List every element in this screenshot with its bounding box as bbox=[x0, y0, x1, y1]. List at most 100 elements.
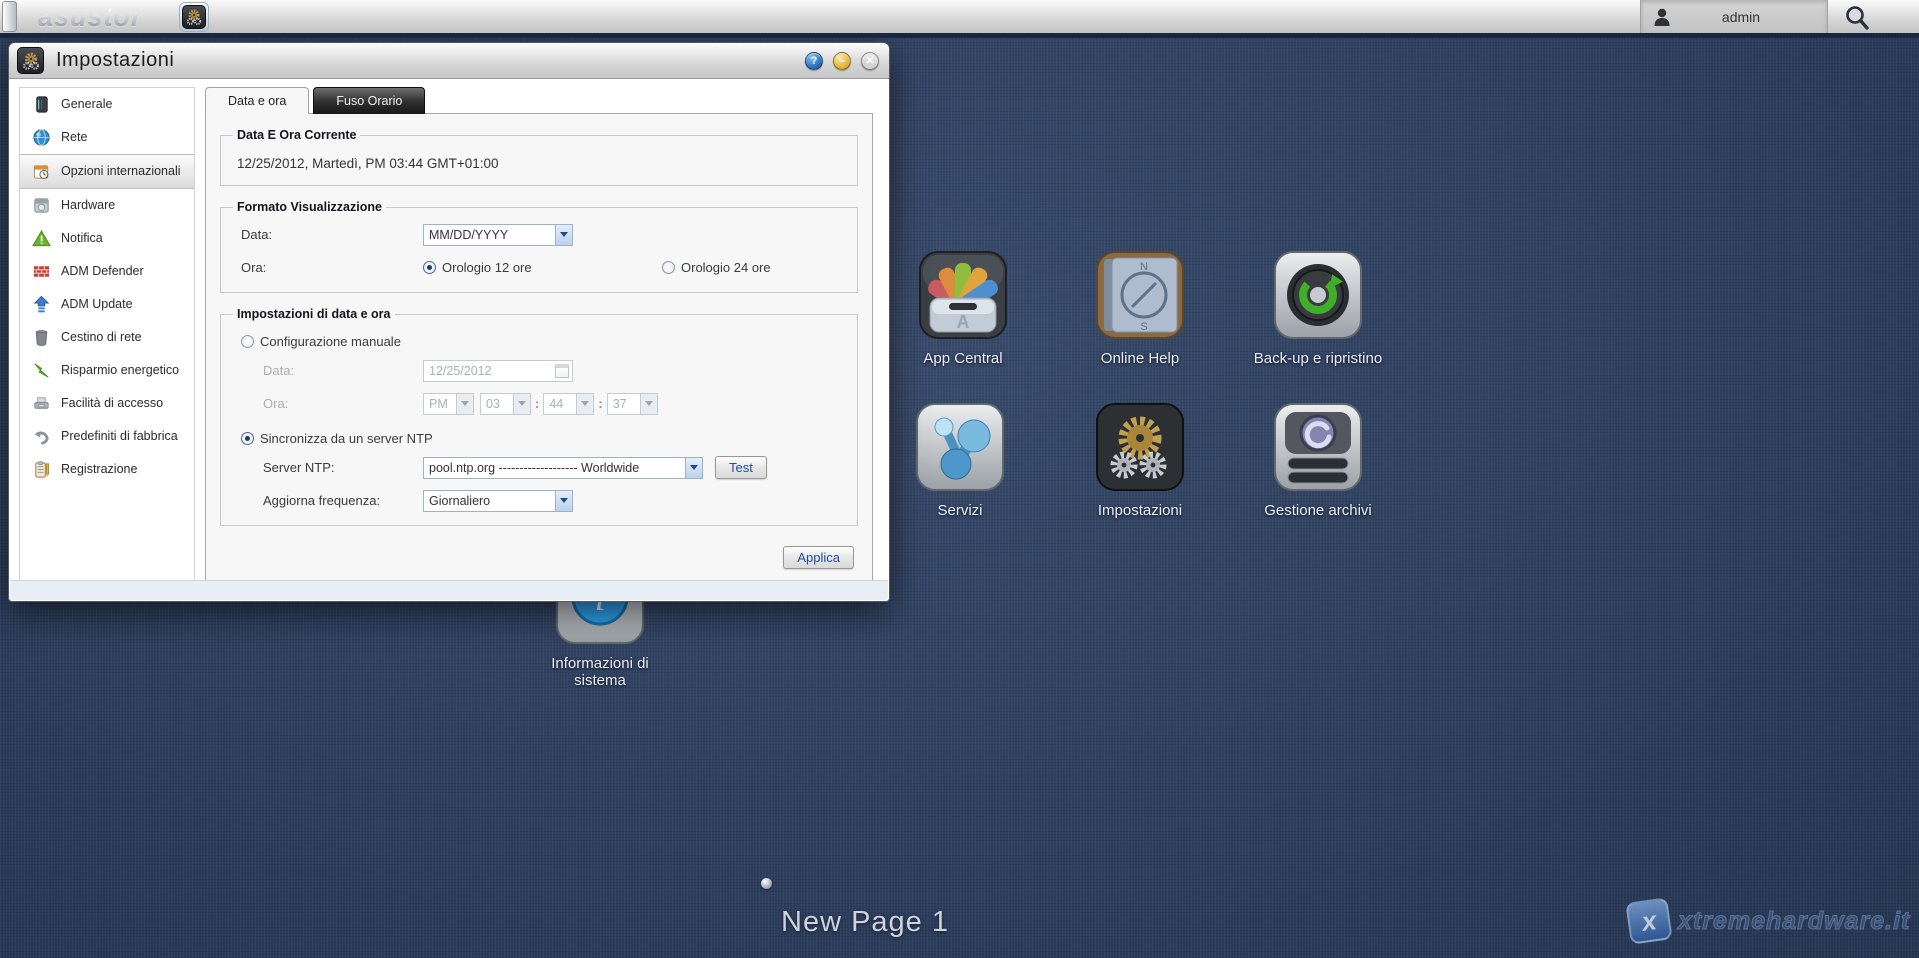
panel-handle[interactable] bbox=[2, 1, 17, 32]
energy-bolt-icon bbox=[34, 363, 49, 378]
date-format-value: MM/DD/YYYY bbox=[429, 227, 509, 242]
desktop-icon-label: Back-up e ripristino bbox=[1253, 350, 1383, 367]
update-frequency-select[interactable]: Giornaliero bbox=[423, 489, 573, 512]
desktop-icon-label: Informazioni di sistema bbox=[551, 655, 649, 690]
user-menu[interactable]: admin bbox=[1640, 0, 1828, 33]
desktop-icon-gestione-archivi[interactable]: Gestione archivi bbox=[1264, 402, 1372, 519]
chevron-down-icon bbox=[513, 393, 530, 414]
update-frequency-value: Giornaliero bbox=[429, 493, 491, 508]
chevron-down-icon bbox=[639, 393, 657, 414]
app-central-icon: A bbox=[919, 251, 1007, 339]
watermark-x-logo: x bbox=[1625, 897, 1673, 945]
network-globe-icon bbox=[33, 129, 50, 146]
sidebar-item-cestino-di-rete[interactable]: Cestino di rete bbox=[20, 321, 194, 354]
desktop-icon-label: Servizi bbox=[937, 502, 983, 519]
update-frequency-label: Aggiorna frequenza: bbox=[263, 493, 381, 508]
search-button[interactable] bbox=[1838, 1, 1876, 35]
sidebar-item-label: Predefiniti di fabbrica bbox=[61, 428, 178, 443]
manual-date-input: 12/25/2012 bbox=[423, 359, 573, 382]
firewall-icon bbox=[33, 266, 50, 277]
time-format-label: Ora: bbox=[241, 260, 267, 275]
desktop-icon-backup[interactable]: Back-up e ripristino bbox=[1254, 250, 1382, 367]
desktop-icon-app-central[interactable]: A App Central bbox=[918, 250, 1008, 367]
sidebar-item-generale[interactable]: Generale bbox=[20, 88, 194, 121]
sidebar-item-opzioni-internazionali[interactable]: Opzioni internazionali bbox=[20, 154, 194, 189]
date-format-label: Data: bbox=[241, 227, 273, 242]
chevron-down-icon bbox=[576, 393, 594, 414]
help-button[interactable]: ? bbox=[805, 52, 823, 70]
sidebar-item-label: Risparmio energetico bbox=[61, 362, 180, 377]
username-label: admin bbox=[1721, 8, 1761, 25]
sidebar-item-notifica[interactable]: Notifica bbox=[20, 222, 194, 255]
sidebar-item-label: Hardware bbox=[61, 197, 116, 212]
second-select: 37 bbox=[606, 392, 658, 415]
tab-bar: Data e ora Fuso Orario bbox=[205, 87, 426, 114]
close-button[interactable]: ✕ bbox=[861, 52, 879, 70]
window-titlebar[interactable]: Impostazioni ? – ✕ bbox=[9, 43, 889, 79]
sidebar-item-risparmio-energetico[interactable]: Risparmio energetico bbox=[20, 354, 194, 387]
window-title: Impostazioni bbox=[56, 49, 175, 71]
chevron-down-icon[interactable] bbox=[555, 224, 572, 245]
fieldset-legend: Data E Ora Corrente bbox=[237, 128, 357, 142]
online-help-icon: N S bbox=[1096, 251, 1184, 339]
page-title: New Page 1 bbox=[781, 906, 949, 938]
desktop-icon-servizi[interactable]: Servizi bbox=[915, 402, 1005, 519]
trash-icon bbox=[35, 330, 48, 346]
radio-12h-label[interactable]: Orologio 12 ore bbox=[442, 260, 662, 275]
tab-fuso-orario[interactable]: Fuso Orario bbox=[313, 87, 426, 114]
undo-arrow-icon bbox=[34, 431, 49, 445]
sidebar-item-registrazione[interactable]: Registrazione bbox=[20, 453, 194, 486]
test-button[interactable]: Test bbox=[715, 456, 767, 479]
minimize-button[interactable]: – bbox=[833, 52, 851, 70]
sidebar-item-label: ADM Defender bbox=[61, 263, 144, 278]
storage-manager-icon bbox=[1274, 403, 1362, 491]
sidebar-item-adm-defender[interactable]: ADM Defender bbox=[20, 255, 194, 288]
user-icon bbox=[1654, 8, 1670, 26]
date-format-select[interactable]: MM/DD/YYYY bbox=[423, 223, 573, 246]
sidebar-item-label: Facilità di accesso bbox=[61, 395, 164, 410]
gears-icon bbox=[22, 52, 39, 70]
desktop-icon-label: Gestione archivi bbox=[1264, 502, 1372, 519]
harddrive-icon bbox=[34, 198, 49, 213]
warning-icon bbox=[32, 229, 51, 247]
sidebar-item-label: Generale bbox=[61, 96, 113, 111]
time-separator: : bbox=[535, 396, 540, 411]
sidebar-item-label: ADM Update bbox=[61, 296, 133, 311]
taskbar-item-impostazioni[interactable] bbox=[179, 2, 209, 32]
datetime-panel: Data E Ora Corrente 12/25/2012, Martedì,… bbox=[205, 113, 873, 581]
radio-manual-config-label[interactable]: Configurazione manuale bbox=[260, 334, 401, 349]
datetime-settings-fieldset: Impostazioni di data e ora Configurazion… bbox=[220, 307, 858, 526]
radio-24h[interactable] bbox=[662, 261, 675, 274]
radio-12h[interactable] bbox=[423, 261, 436, 274]
ampm-select: PM bbox=[423, 392, 474, 415]
desktop-icon-label: Impostazioni bbox=[1097, 502, 1183, 519]
calendar-clock-icon bbox=[33, 165, 49, 179]
page-indicator-dot[interactable] bbox=[761, 878, 772, 889]
tab-data-e-ora[interactable]: Data e ora bbox=[205, 87, 310, 114]
radio-ntp-sync[interactable] bbox=[241, 432, 254, 445]
clipboard-icon bbox=[35, 461, 50, 478]
watermark-text: xtremehardware.it bbox=[1677, 906, 1911, 935]
radio-manual-config[interactable] bbox=[241, 335, 254, 348]
radio-24h-label[interactable]: Orologio 24 ore bbox=[681, 260, 771, 275]
sidebar-item-facilita-di-accesso[interactable]: Facilità di accesso bbox=[20, 387, 194, 420]
ntp-server-label: Server NTP: bbox=[263, 460, 335, 475]
chevron-down-icon[interactable] bbox=[685, 457, 702, 478]
sidebar-item-adm-update[interactable]: ADM Update bbox=[20, 288, 194, 321]
fieldset-legend: Impostazioni di data e ora bbox=[237, 307, 391, 321]
sidebar-item-rete[interactable]: Rete bbox=[20, 121, 194, 154]
radio-ntp-sync-label[interactable]: Sincronizza da un server NTP bbox=[260, 431, 433, 446]
settings-sidebar: Generale Rete Opzioni internazionali Har… bbox=[19, 87, 195, 583]
sidebar-item-predefiniti-di-fabbrica[interactable]: Predefiniti di fabbrica bbox=[20, 420, 194, 453]
chevron-down-icon[interactable] bbox=[555, 490, 572, 511]
sidebar-item-label: Opzioni internazionali bbox=[61, 163, 181, 178]
apply-button[interactable]: Applica bbox=[783, 546, 854, 569]
desktop-icon-online-help[interactable]: N S Online Help bbox=[1095, 250, 1185, 367]
svg-text:S: S bbox=[1140, 321, 1147, 333]
ntp-server-select[interactable]: pool.ntp.org ------------------- Worldwi… bbox=[423, 456, 703, 479]
window-app-icon bbox=[17, 47, 44, 74]
manual-time-label: Ora: bbox=[263, 396, 289, 411]
hour-select: 03 bbox=[480, 392, 531, 415]
desktop-icon-impostazioni[interactable]: Impostazioni bbox=[1095, 402, 1185, 519]
sidebar-item-hardware[interactable]: Hardware bbox=[20, 189, 194, 222]
